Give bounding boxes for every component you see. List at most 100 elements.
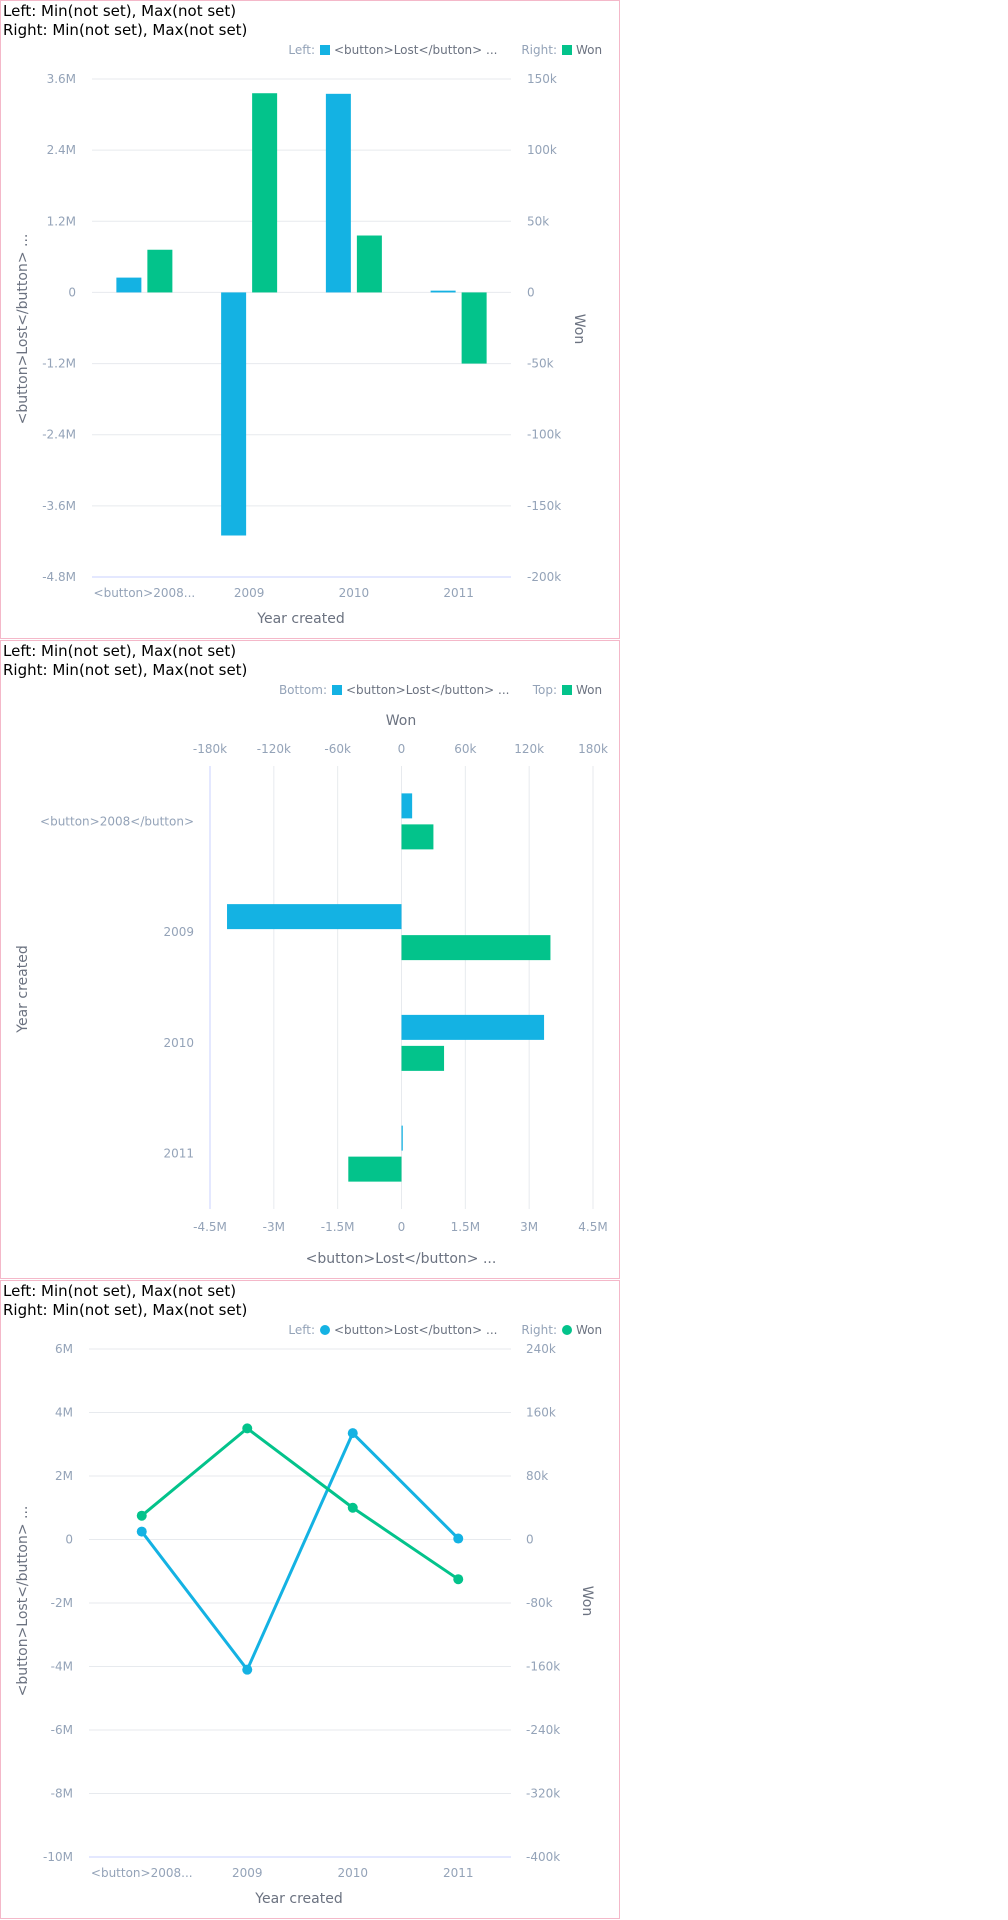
- series-lines: [140, 1426, 460, 1672]
- left-tick-label: -10M: [43, 1850, 73, 1864]
- bottom-tick-label: 0: [398, 1220, 406, 1234]
- y-axis-right-title: Won: [579, 1586, 595, 1616]
- legend-left-prefix: Left:: [288, 1323, 315, 1337]
- bar-won[interactable]: [147, 249, 173, 293]
- left-tick-label: -1.2M: [42, 357, 76, 371]
- bar-won[interactable]: [401, 824, 434, 850]
- x-tick-label: <button>2008...: [94, 586, 196, 600]
- bar-won[interactable]: [348, 1156, 402, 1182]
- y-axis-title: Year created: [15, 945, 31, 1033]
- legend-won-swatch: [562, 45, 572, 55]
- left-tick-label: -6M: [51, 1723, 73, 1737]
- point-won[interactable]: [242, 1423, 253, 1434]
- bars: [227, 793, 551, 1182]
- left-tick-label: -3.6M: [42, 499, 76, 513]
- x-tick-label: 2011: [443, 586, 474, 600]
- legend-lost-name[interactable]: <button>Lost</button> ...: [334, 43, 497, 57]
- chart-2-legend[interactable]: Bottom: <button>Lost</button> ... Top: W…: [279, 683, 602, 697]
- legend-lost-dot: [320, 1325, 330, 1335]
- chart-3-legend[interactable]: Left: <button>Lost</button> ... Right: W…: [288, 1323, 602, 1337]
- bottom-tick-label: -4.5M: [193, 1220, 227, 1234]
- point-lost[interactable]: [453, 1533, 464, 1544]
- legend-top-prefix: Top:: [532, 683, 557, 697]
- left-tick-label: 6M: [55, 1342, 73, 1356]
- top-axis-ticks: -180k -120k -60k 0 60k 120k 180k: [193, 742, 608, 756]
- y-axis-left-title: <button>Lost</button> ...: [15, 1506, 31, 1697]
- legend-right-prefix: Right:: [521, 43, 557, 57]
- legend-bottom-prefix: Bottom:: [279, 683, 327, 697]
- x-tick-label: 2009: [234, 586, 265, 600]
- legend-right-prefix: Right:: [521, 1323, 557, 1337]
- right-tick-label: -160k: [526, 1660, 560, 1674]
- x-axis-category-labels: <button>2008... 2009 2010 2011: [91, 1866, 474, 1880]
- right-tick-label: 160k: [526, 1406, 556, 1420]
- bottom-axis-title: <button>Lost</button> ...: [306, 1251, 497, 1267]
- bar-won[interactable]: [356, 235, 382, 293]
- y-tick-label: <button>2008</button>: [40, 814, 194, 828]
- point-lost[interactable]: [242, 1664, 253, 1675]
- bar-won[interactable]: [252, 93, 278, 293]
- bar-lost[interactable]: [401, 793, 413, 819]
- bottom-axis-ticks: -4.5M -3M -1.5M 0 1.5M 3M 4.5M: [193, 1220, 608, 1234]
- right-tick-label: -240k: [526, 1723, 560, 1737]
- top-tick-label: 180k: [578, 742, 608, 756]
- legend-won-dot: [562, 1325, 572, 1335]
- right-tick-label: 0: [527, 285, 535, 299]
- right-tick-label: 0: [526, 1533, 534, 1547]
- top-tick-label: -180k: [193, 742, 227, 756]
- right-tick-label: 240k: [526, 1342, 556, 1356]
- bottom-tick-label: 3M: [520, 1220, 538, 1234]
- right-tick-label: 100k: [527, 143, 557, 157]
- top-tick-label: 60k: [454, 742, 476, 756]
- top-axis-title: Won: [386, 713, 416, 729]
- bar-lost[interactable]: [401, 1014, 545, 1040]
- bar-lost[interactable]: [116, 277, 142, 293]
- legend-won-name[interactable]: Won: [576, 683, 602, 697]
- x-tick-label: 2009: [232, 1866, 263, 1880]
- right-tick-label: -80k: [526, 1596, 553, 1610]
- point-won[interactable]: [136, 1510, 147, 1521]
- bar-won[interactable]: [401, 1045, 445, 1071]
- bars: [116, 93, 487, 536]
- chart-1-legend[interactable]: Left: <button>Lost</button> ... Right: W…: [288, 43, 602, 57]
- right-tick-label: 150k: [527, 72, 557, 86]
- bottom-tick-label: -1.5M: [321, 1220, 355, 1234]
- top-tick-label: -120k: [257, 742, 291, 756]
- left-tick-label: 4M: [55, 1406, 73, 1420]
- legend-left-prefix: Left:: [288, 43, 315, 57]
- left-tick-label: 0: [68, 285, 76, 299]
- bar-won[interactable]: [401, 935, 551, 961]
- top-tick-label: 120k: [514, 742, 544, 756]
- bar-lost[interactable]: [221, 292, 247, 536]
- y-tick-label: 2009: [163, 925, 194, 939]
- left-tick-label: -2.4M: [42, 428, 76, 442]
- right-tick-label: -150k: [527, 499, 561, 513]
- bar-lost[interactable]: [401, 1125, 403, 1151]
- point-won[interactable]: [453, 1574, 464, 1585]
- x-axis-title: Year created: [256, 611, 344, 627]
- y-axis-right-title: Won: [571, 314, 587, 344]
- right-tick-label: 80k: [526, 1469, 548, 1483]
- bar-lost[interactable]: [227, 904, 402, 930]
- legend-lost-swatch: [332, 685, 342, 695]
- top-tick-label: -60k: [324, 742, 351, 756]
- legend-lost-name[interactable]: <button>Lost</button> ...: [346, 683, 509, 697]
- x-tick-label: <button>2008...: [91, 1866, 193, 1880]
- point-lost[interactable]: [347, 1428, 358, 1439]
- left-tick-label: 0: [65, 1533, 73, 1547]
- legend-won-name[interactable]: Won: [576, 43, 602, 57]
- point-won[interactable]: [347, 1502, 358, 1513]
- left-axis-ticks: 3.6M 2.4M 1.2M 0 -1.2M -2.4M -3.6M -4.8M: [42, 72, 76, 584]
- legend-lost-name[interactable]: <button>Lost</button> ...: [334, 1323, 497, 1337]
- y-axis-category-labels: <button>2008</button> 2009 2010 2011: [40, 814, 194, 1160]
- legend-won-swatch: [562, 685, 572, 695]
- left-tick-label: 2.4M: [47, 143, 76, 157]
- point-lost[interactable]: [136, 1526, 147, 1537]
- bar-lost[interactable]: [325, 93, 351, 293]
- x-axis-title: Year created: [254, 1891, 342, 1907]
- bar-won[interactable]: [461, 292, 487, 364]
- bottom-tick-label: 1.5M: [451, 1220, 480, 1234]
- legend-won-name[interactable]: Won: [576, 1323, 602, 1337]
- bar-lost[interactable]: [430, 290, 456, 293]
- right-tick-label: -320k: [526, 1787, 560, 1801]
